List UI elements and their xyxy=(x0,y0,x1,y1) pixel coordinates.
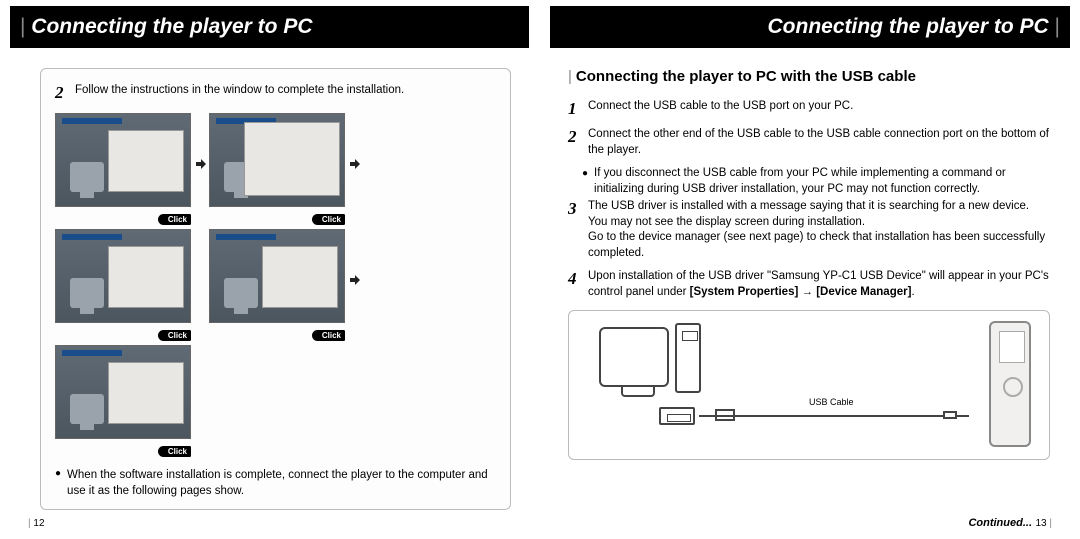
page-left: Connecting the player to PC 2 Follow the… xyxy=(0,0,540,539)
step-3-text-extra: Go to the device manager (see next page)… xyxy=(588,231,1045,259)
bullet-icon: ● xyxy=(55,467,61,499)
click-tag: Click xyxy=(312,330,345,341)
usb-plug-b-icon xyxy=(943,411,957,419)
subhead-text: Connecting the player to PC with the USB… xyxy=(576,68,916,85)
step-2r-bullet-text: If you disconnect the USB cable from you… xyxy=(594,166,1050,197)
bullet-icon: ● xyxy=(582,166,588,197)
screenshot-grid: Click Click Click Click xyxy=(55,113,496,455)
cable-line xyxy=(699,415,969,417)
click-tag: Click xyxy=(312,214,345,225)
usb-cable-label: USB Cable xyxy=(809,397,854,407)
screenshot-1: Click xyxy=(55,113,191,223)
click-tag: Click xyxy=(158,214,191,225)
arrow-glyph: → xyxy=(798,286,816,298)
step-4-sysprops: [System Properties] xyxy=(690,286,799,298)
screenshot-5: Click xyxy=(55,345,191,455)
continued-label: Continued... xyxy=(968,517,1032,529)
header-title-left: Connecting the player to PC xyxy=(20,15,313,39)
step-2r-bullet: ● If you disconnect the USB cable from y… xyxy=(582,166,1050,197)
step-4-devmgr: [Device Manager] xyxy=(816,286,911,298)
page-right: Connecting the player to PC |Connecting … xyxy=(540,0,1080,539)
subhead-bar: | xyxy=(568,68,572,85)
step-2r: 2 Connect the other end of the USB cable… xyxy=(568,127,1050,158)
player-device-icon xyxy=(989,321,1031,447)
step-1-text: Connect the USB cable to the USB port on… xyxy=(588,99,853,115)
header-bar-left: Connecting the player to PC xyxy=(10,6,529,48)
header-title-right: Connecting the player to PC xyxy=(768,15,1061,39)
click-tag: Click xyxy=(158,330,191,341)
arrow-right-icon xyxy=(349,273,361,285)
page-spread: Connecting the player to PC 2 Follow the… xyxy=(0,0,1080,539)
connection-diagram: USB Cable xyxy=(568,310,1050,460)
step-2-text: Follow the instructions in the window to… xyxy=(75,83,404,99)
content-left: 2 Follow the instructions in the window … xyxy=(0,48,539,510)
step-2-number: 2 xyxy=(55,83,69,103)
footer-note: ● When the software installation is comp… xyxy=(55,467,496,499)
screenshot-4: Click xyxy=(209,229,345,339)
page-number-right: 13 xyxy=(1035,518,1052,529)
pc-tower-icon xyxy=(675,323,701,393)
install-box: 2 Follow the instructions in the window … xyxy=(40,68,511,510)
usb-port-icon xyxy=(659,407,695,425)
step-3-number: 3 xyxy=(568,199,582,219)
step-3: 3 The USB driver is installed with a mes… xyxy=(568,199,1050,261)
step-1: 1 Connect the USB cable to the USB port … xyxy=(568,99,1050,119)
screenshot-2: Click xyxy=(209,113,345,223)
arrow-right-icon xyxy=(195,157,207,169)
page-number-left: 12 xyxy=(28,518,45,529)
footer-note-text: When the software installation is comple… xyxy=(67,467,496,499)
step-4: 4 Upon installation of the USB driver "S… xyxy=(568,269,1050,300)
step-1-number: 1 xyxy=(568,99,582,119)
header-bar-right: Connecting the player to PC xyxy=(550,6,1070,48)
step-2r-text: Connect the other end of the USB cable t… xyxy=(588,127,1050,158)
arrow-right-icon xyxy=(349,157,361,169)
step-4-number: 4 xyxy=(568,269,582,289)
step-2: 2 Follow the instructions in the window … xyxy=(55,83,496,103)
content-right: |Connecting the player to PC with the US… xyxy=(540,48,1080,460)
monitor-icon xyxy=(599,327,669,387)
step-4-text: Upon installation of the USB driver "Sam… xyxy=(588,269,1050,300)
click-tag: Click xyxy=(158,446,191,457)
step-3-text-main: The USB driver is installed with a messa… xyxy=(588,200,1029,228)
subheading: |Connecting the player to PC with the US… xyxy=(568,68,1050,85)
step-3-text: The USB driver is installed with a messa… xyxy=(588,199,1050,261)
step-4-period: . xyxy=(911,286,914,298)
step-2r-number: 2 xyxy=(568,127,582,147)
screenshot-3: Click xyxy=(55,229,191,339)
